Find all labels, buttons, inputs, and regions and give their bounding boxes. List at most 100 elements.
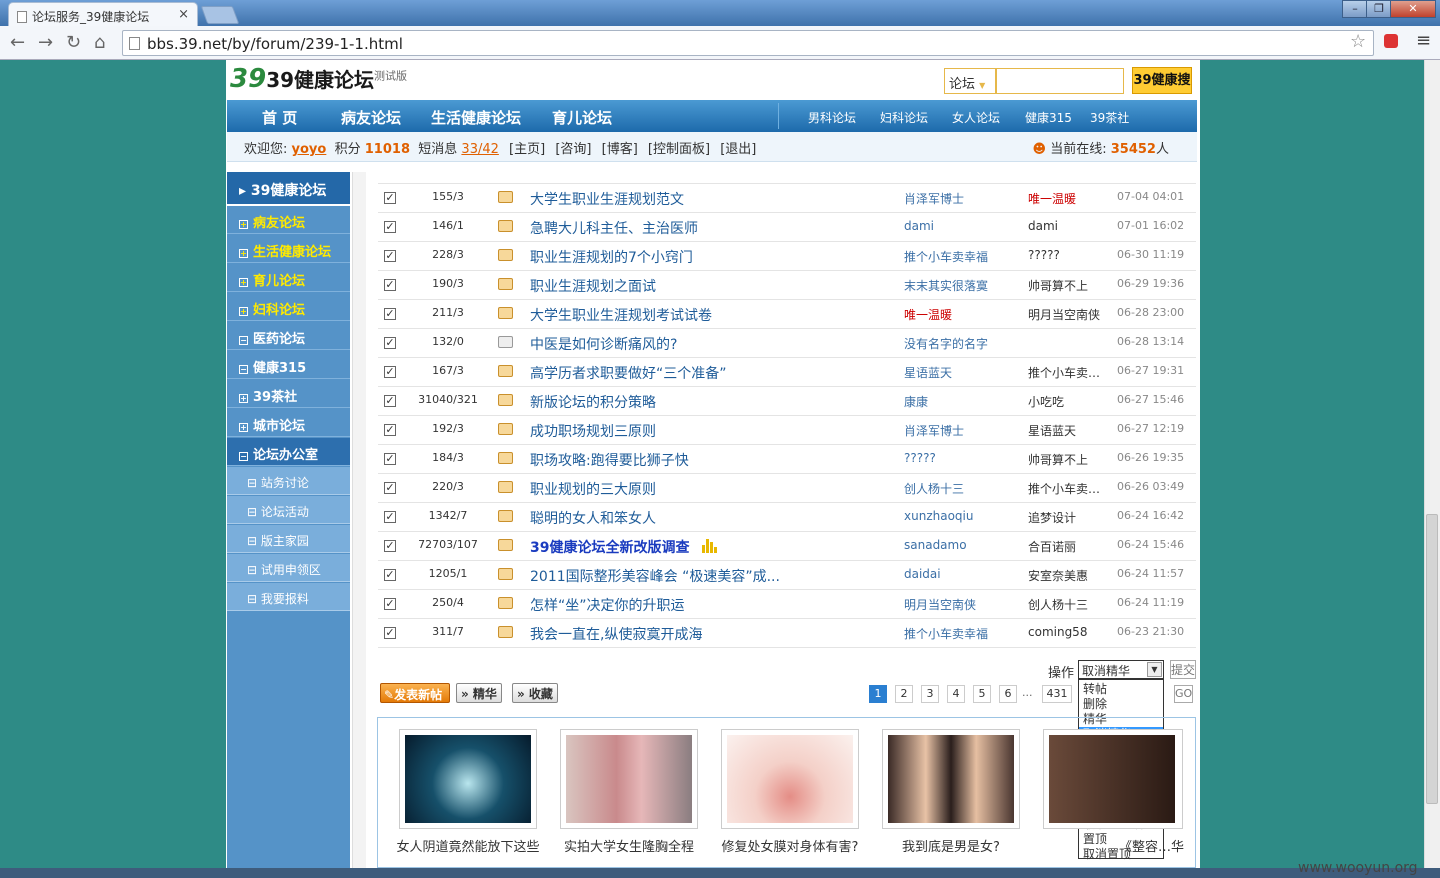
- username-link[interactable]: yoyo: [292, 142, 327, 157]
- sidebar-item-parenting[interactable]: + 育儿论坛: [227, 264, 350, 292]
- thread-author[interactable]: 星语蓝天: [904, 364, 952, 381]
- thread-title[interactable]: 39健康论坛全新改版调查: [530, 537, 689, 557]
- messages-link[interactable]: 33/42: [461, 142, 498, 157]
- photo-caption[interactable]: 《整容…华: [1032, 836, 1184, 855]
- thread-title[interactable]: 中医是如何诊断痛风的?: [530, 334, 677, 354]
- thread-checkbox[interactable]: ✓: [384, 279, 396, 291]
- thread-last-poster[interactable]: dami: [1028, 219, 1058, 233]
- forward-icon[interactable]: →: [38, 32, 53, 53]
- go-button[interactable]: GO: [1174, 685, 1193, 703]
- favorite-button[interactable]: » 收藏: [512, 683, 558, 703]
- browser-tab[interactable]: 论坛服务_39健康论坛 ×: [8, 2, 198, 26]
- thread-checkbox[interactable]: ✓: [384, 569, 396, 581]
- page-link-2[interactable]: 2: [895, 685, 913, 703]
- submit-button[interactable]: 提交: [1170, 660, 1196, 679]
- thread-title[interactable]: 新版论坛的积分策略: [530, 392, 656, 412]
- new-tab-button[interactable]: [200, 6, 240, 24]
- photo-card[interactable]: [399, 729, 537, 829]
- link-control-panel[interactable]: [控制面板]: [648, 142, 710, 157]
- extension-icon[interactable]: [1384, 34, 1398, 48]
- thread-author[interactable]: 康康: [904, 393, 928, 410]
- thread-last-poster[interactable]: 推个小车卖…: [1028, 364, 1100, 381]
- thread-title[interactable]: 职业生涯规划的7个小窍门: [530, 247, 693, 267]
- thread-title[interactable]: 急聘大儿科主任、主治医师: [530, 218, 698, 238]
- thread-author[interactable]: 推个小车卖幸福: [904, 625, 988, 642]
- thread-last-poster[interactable]: coming58: [1028, 625, 1087, 639]
- thread-last-poster[interactable]: 小吃吃: [1028, 393, 1064, 410]
- photo-card[interactable]: [721, 729, 859, 829]
- close-window-button[interactable]: ✕: [1390, 0, 1436, 18]
- thread-checkbox[interactable]: ✓: [384, 627, 396, 639]
- tab-close-icon[interactable]: ×: [178, 7, 189, 22]
- page-link-3[interactable]: 3: [921, 685, 939, 703]
- thread-author[interactable]: 推个小车卖幸福: [904, 248, 988, 265]
- thread-author[interactable]: 肖泽军博士: [904, 190, 964, 207]
- thread-title[interactable]: 2011国际整形美容峰会 “极速美容”成...: [530, 566, 780, 586]
- subnav-315[interactable]: 健康315: [1025, 109, 1072, 126]
- sidebar-item-tea[interactable]: +39茶社: [227, 380, 350, 408]
- subnav-men[interactable]: 男科论坛: [808, 109, 856, 126]
- thread-author[interactable]: 明月当空南侠: [904, 596, 976, 613]
- thread-author[interactable]: ?????: [904, 451, 936, 465]
- thread-title[interactable]: 成功职场规划三原则: [530, 421, 656, 441]
- thread-author[interactable]: xunzhaoqiu: [904, 509, 973, 523]
- subnav-tea[interactable]: 39茶社: [1090, 109, 1129, 126]
- page-link-1[interactable]: 1: [869, 685, 887, 703]
- sidebar-sub-moderators[interactable]: ⊟ 版主家园: [227, 525, 350, 553]
- thread-author[interactable]: 肖泽军博士: [904, 422, 964, 439]
- link-home[interactable]: [主页]: [509, 142, 545, 157]
- content-scrollbar[interactable]: [352, 172, 366, 868]
- thread-author[interactable]: 末末其实很落寞: [904, 277, 988, 294]
- sidebar-title[interactable]: ▸ 39健康论坛: [227, 172, 350, 206]
- photo-card[interactable]: [882, 729, 1020, 829]
- thread-checkbox[interactable]: ✓: [384, 511, 396, 523]
- search-scope-select[interactable]: 论坛 ▼: [944, 68, 996, 94]
- thread-title[interactable]: 我会一直在,纵使寂寞开成海: [530, 624, 702, 644]
- minimize-button[interactable]: –: [1342, 0, 1368, 18]
- thread-last-poster[interactable]: 明月当空南侠: [1028, 306, 1100, 323]
- thread-title[interactable]: 聪明的女人和笨女人: [530, 508, 656, 528]
- sidebar-item-city[interactable]: + 城市论坛: [227, 409, 350, 437]
- thread-author[interactable]: 没有名字的名字: [904, 335, 988, 352]
- photo-card[interactable]: [560, 729, 698, 829]
- thread-title[interactable]: 怎样“坐”决定你的升职运: [530, 595, 685, 615]
- sidebar-item-patients[interactable]: + 病友论坛: [227, 206, 350, 234]
- link-blog[interactable]: [博客]: [602, 142, 638, 157]
- sidebar-item-medicine[interactable]: − 医药论坛: [227, 322, 350, 350]
- thread-checkbox[interactable]: ✓: [384, 192, 396, 204]
- link-logout[interactable]: [退出]: [720, 142, 756, 157]
- thread-checkbox[interactable]: ✓: [384, 424, 396, 436]
- scroll-thumb[interactable]: [1426, 514, 1438, 804]
- thread-last-poster[interactable]: ?????: [1028, 248, 1060, 262]
- search-button[interactable]: 39健康搜: [1132, 67, 1192, 94]
- thread-last-poster[interactable]: 推个小车卖…: [1028, 480, 1100, 497]
- thread-title[interactable]: 大学生职业生涯规划范文: [530, 189, 684, 209]
- page-link-4[interactable]: 4: [947, 685, 965, 703]
- menu-icon[interactable]: ≡: [1416, 30, 1431, 51]
- thread-title[interactable]: 高学历者求职要做好“三个准备”: [530, 363, 727, 383]
- operation-select[interactable]: 取消精华 ▼: [1078, 660, 1164, 679]
- photo-caption[interactable]: 实拍大学女生隆胸全程: [549, 836, 709, 855]
- thread-title[interactable]: 职场攻略:跑得要比狮子快: [530, 450, 689, 470]
- sidebar-item-315[interactable]: − 健康315: [227, 351, 350, 379]
- address-bar[interactable]: bbs.39.net/by/forum/239-1-1.html: [122, 30, 1374, 56]
- reload-icon[interactable]: ↻: [66, 32, 81, 53]
- thread-title[interactable]: 职业生涯规划之面试: [530, 276, 656, 296]
- thread-title[interactable]: 职业规划的三大原则: [530, 479, 656, 499]
- thread-checkbox[interactable]: ✓: [384, 540, 396, 552]
- home-icon[interactable]: ⌂: [94, 32, 105, 53]
- thread-author[interactable]: daidai: [904, 567, 941, 581]
- dropdown-option[interactable]: 删除: [1079, 697, 1163, 712]
- thread-author[interactable]: sanadamo: [904, 538, 967, 552]
- nav-home[interactable]: 首 页: [262, 107, 297, 128]
- link-consult[interactable]: [咨询]: [555, 142, 591, 157]
- digest-button[interactable]: » 精华: [456, 683, 502, 703]
- thread-checkbox[interactable]: ✓: [384, 337, 396, 349]
- star-icon[interactable]: ☆: [1350, 31, 1366, 52]
- thread-last-poster[interactable]: 帅哥算不上: [1028, 277, 1088, 294]
- thread-checkbox[interactable]: ✓: [384, 308, 396, 320]
- subnav-women[interactable]: 女人论坛: [952, 109, 1000, 126]
- new-post-button[interactable]: ✎发表新帖: [380, 683, 450, 703]
- sidebar-sub-events[interactable]: ⊟ 论坛活动: [227, 496, 350, 524]
- page-link-5[interactable]: 5: [973, 685, 991, 703]
